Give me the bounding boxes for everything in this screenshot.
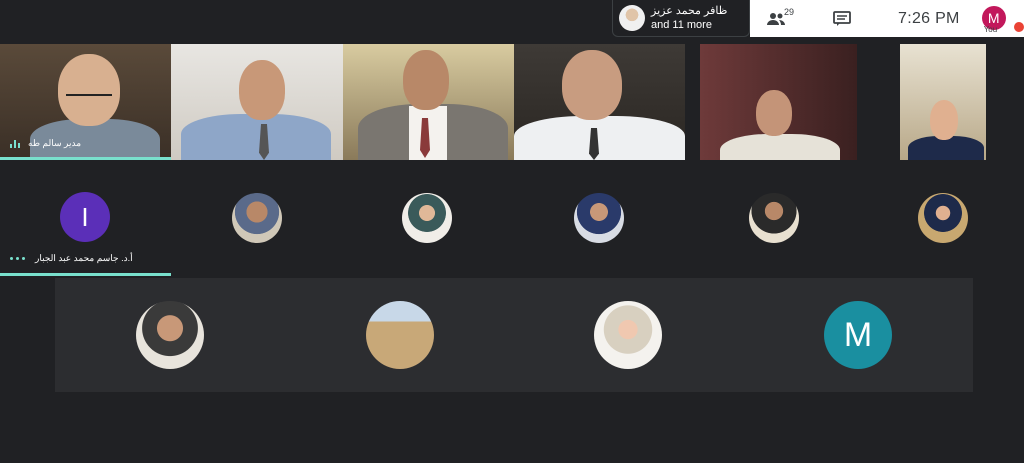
meeting-topbar: 29 7:26 PM M You [750,0,1024,37]
presenter-name: أ.د. جاسم محمد عبد الجبار [35,253,133,263]
presenter-indicator [0,273,171,276]
video-tile-5[interactable] [700,44,857,160]
participant-avatar[interactable] [918,193,968,243]
notification-avatar [619,5,645,31]
join-notification: ظافر محمد عزيز and 11 more [612,0,750,37]
speaker-label: مدير سالم طه [10,138,81,149]
participant-avatar[interactable] [232,193,282,243]
participant-avatar[interactable] [574,193,624,243]
self-account[interactable]: M You [974,0,1014,37]
video-tile-3[interactable] [343,44,514,160]
notification-name: ظافر محمد عزيز [651,5,728,17]
presenter-label: أ.د. جاسم محمد عبد الجبار [10,253,133,264]
video-tile-4[interactable] [514,44,685,160]
speaking-icon [10,139,20,148]
participant-count: 29 [784,6,795,17]
self-label: You [983,25,998,34]
building-avatar[interactable] [366,301,434,369]
participant-avatar[interactable] [136,301,204,369]
chat-icon [833,10,851,26]
participant-tile-presenter[interactable]: I أ.د. جاسم محمد عبد الجبار [0,160,171,278]
video-tile-2[interactable] [171,44,343,160]
notification-more: and 11 more [651,19,712,31]
participant-row-2: I أ.د. جاسم محمد عبد الجبار [0,160,1024,278]
m-avatar[interactable]: M [824,301,892,369]
presenter-avatar: I [60,192,110,242]
clock-time: 7:26 PM [898,9,960,27]
participant-avatar[interactable] [749,193,799,243]
participant-row-3: M [55,278,973,392]
chat-button[interactable] [830,10,854,27]
more-options-icon[interactable] [10,257,25,260]
participant-avatar[interactable] [402,193,452,243]
people-icon [767,12,785,25]
video-tile-6[interactable] [900,44,986,160]
people-button[interactable]: 29 [766,6,796,29]
participant-avatar[interactable] [594,301,662,369]
speaker-name: مدير سالم طه [28,138,82,148]
mic-muted-icon [1014,22,1024,32]
